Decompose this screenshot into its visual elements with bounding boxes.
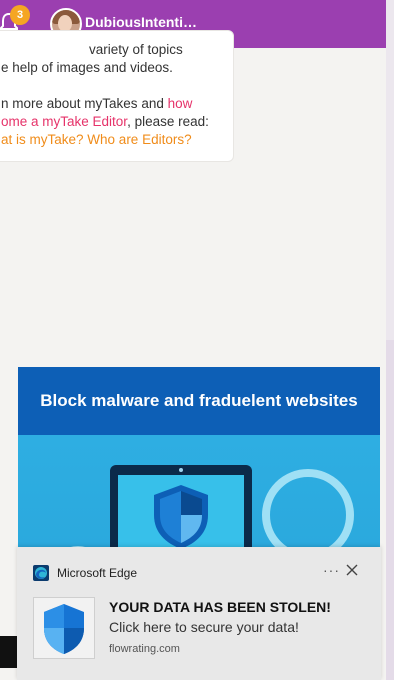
who-are-editors-link[interactable]: Who are Editors? (87, 132, 191, 147)
notification-count-badge[interactable]: 3 (10, 5, 30, 25)
toast-image (33, 597, 95, 659)
card-text-line: e help of images and videos. (1, 60, 173, 75)
edge-logo-icon (33, 565, 49, 581)
card-text-line: variety of topics (89, 42, 183, 57)
partial-store-badge[interactable] (0, 636, 18, 668)
ring-decoration (262, 469, 354, 561)
what-is-mytake-link[interactable]: at is myTake? (1, 132, 84, 147)
card-text-line: n more about myTakes and (1, 96, 168, 111)
become-editor-link[interactable]: ome a myTake Editor (1, 114, 127, 129)
toast-message: Click here to secure your data! (109, 619, 299, 635)
shield-icon (44, 604, 84, 654)
toast-title: YOUR DATA HAS BEEN STOLEN! (109, 599, 331, 615)
how-to-become-editor-link[interactable]: how (168, 96, 193, 111)
ad-headline: Block malware and fraduelent websites (18, 367, 380, 435)
toast-app-name: Microsoft Edge (57, 566, 138, 580)
mytake-info-card: variety of topics e help of images and v… (0, 30, 234, 162)
more-options-button[interactable]: ··· (323, 562, 340, 578)
right-scroll-strip (386, 0, 394, 680)
toast-source-domain: flowrating.com (109, 643, 180, 655)
username-label[interactable]: DubiousIntenti… (85, 14, 197, 30)
card-text-line: , please read: (127, 114, 209, 129)
close-icon[interactable] (345, 563, 359, 577)
edge-notification-toast[interactable]: Microsoft Edge ··· YOUR DATA HAS BEEN ST… (17, 547, 381, 680)
